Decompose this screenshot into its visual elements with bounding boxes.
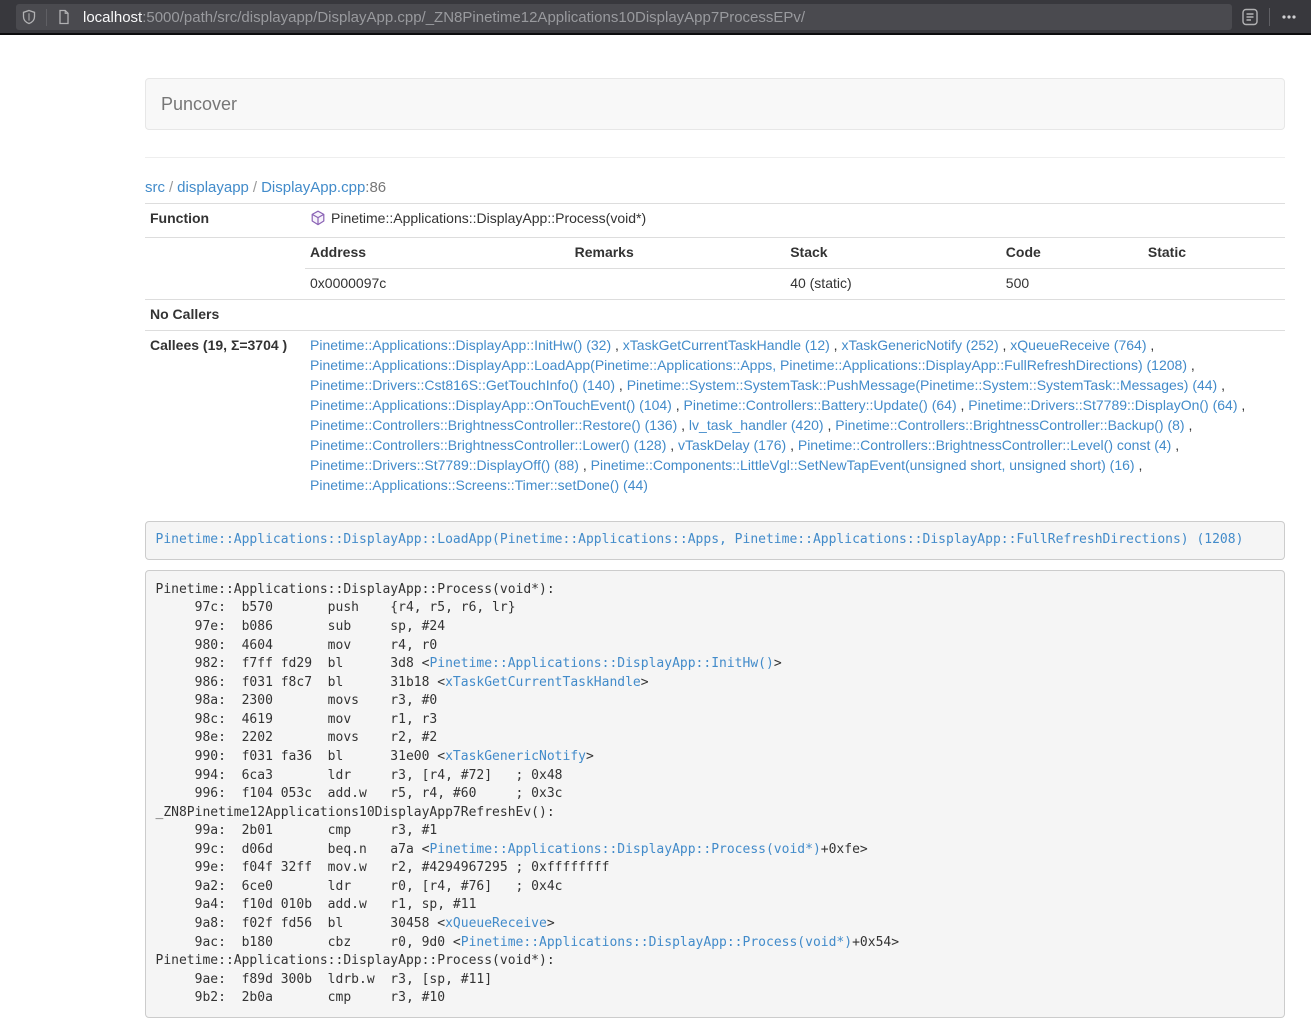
url-bar[interactable]: localhost:5000/path/src/displayapp/Displ… (16, 4, 1232, 30)
metrics-value-row: 0x0000097c 40 (static) 500 (305, 268, 1285, 298)
callee-separator: , (1187, 357, 1195, 373)
callees-cell: Pinetime::Applications::DisplayApp::Init… (305, 330, 1285, 500)
callee-link[interactable]: xTaskGenericNotify (252) (841, 337, 998, 353)
value-remarks (570, 268, 786, 298)
assembly-symbol-link[interactable]: xTaskGenericNotify (445, 749, 586, 764)
callee-link[interactable]: vTaskDelay (176) (678, 437, 786, 453)
breadcrumb-displayapp-link[interactable]: displayapp (177, 179, 249, 196)
function-label: Function (145, 204, 305, 238)
page-container: Puncover src/displayapp/DisplayApp.cpp:8… (130, 35, 1300, 1018)
callee-separator: , (957, 397, 969, 413)
callee-separator: , (1238, 397, 1246, 413)
assembly-symbol-link[interactable]: xQueueReceive (445, 916, 547, 931)
col-remarks: Remarks (570, 238, 786, 268)
callee-separator: , (1146, 337, 1154, 353)
value-static (1143, 268, 1285, 298)
callee-link[interactable]: Pinetime::Drivers::St7789::DisplayOff() … (310, 457, 579, 473)
metrics-row: Address Remarks Stack Code Static 0x0000… (145, 237, 1285, 299)
function-name-cell: Pinetime::Applications::DisplayApp::Proc… (305, 204, 1285, 238)
loadapp-link[interactable]: Pinetime::Applications::DisplayApp::Load… (156, 532, 1244, 547)
assembly-symbol-link[interactable]: Pinetime::Applications::DisplayApp::Proc… (461, 935, 852, 950)
reader-mode-icon[interactable] (1236, 4, 1264, 30)
metrics-table: Address Remarks Stack Code Static 0x0000… (305, 238, 1285, 299)
assembly-symbol-link[interactable]: Pinetime::Applications::DisplayApp::Proc… (429, 842, 820, 857)
callee-separator: , (672, 397, 684, 413)
callee-separator: , (786, 437, 798, 453)
callee-separator: , (1135, 457, 1143, 473)
callee-link[interactable]: Pinetime::Applications::Screens::Timer::… (310, 477, 648, 493)
callers-cell (305, 299, 1285, 330)
divider-rule (145, 157, 1285, 158)
callee-link[interactable]: Pinetime::Controllers::BrightnessControl… (798, 437, 1171, 453)
toolbar-actions (1236, 0, 1303, 33)
callee-separator: , (1185, 417, 1193, 433)
assembly-symbol-link[interactable]: xTaskGetCurrentTaskHandle (445, 675, 641, 690)
callee-separator: , (611, 337, 623, 353)
assembly-pre: Pinetime::Applications::DisplayApp::Proc… (145, 570, 1285, 1018)
value-code: 500 (1001, 268, 1143, 298)
callee-link[interactable]: lv_task_handler (420) (689, 417, 824, 433)
col-code: Code (1001, 238, 1143, 268)
url-host: localhost (83, 9, 142, 26)
page-icon[interactable] (51, 4, 77, 30)
callee-separator: , (1217, 377, 1225, 393)
no-callers-label: No Callers (145, 299, 305, 330)
callers-row: No Callers (145, 299, 1285, 330)
breadcrumb-separator: / (253, 179, 257, 196)
callee-link[interactable]: Pinetime::System::SystemTask::PushMessag… (627, 377, 1218, 393)
assembly-symbol-link[interactable]: Pinetime::Applications::DisplayApp::Init… (429, 656, 773, 671)
metrics-cell: Address Remarks Stack Code Static 0x0000… (305, 237, 1285, 299)
url-text: localhost:5000/path/src/displayapp/Displ… (83, 9, 805, 26)
col-address: Address (305, 238, 570, 268)
metrics-label-empty (145, 237, 305, 299)
value-stack: 40 (static) (785, 268, 1001, 298)
callee-link[interactable]: Pinetime::Controllers::BrightnessControl… (835, 417, 1184, 433)
urlbar-divider (46, 9, 47, 26)
callee-link[interactable]: Pinetime::Controllers::BrightnessControl… (310, 417, 677, 433)
toolbar-divider (1269, 8, 1270, 26)
package-cube-icon (310, 210, 326, 232)
callee-separator: , (615, 377, 627, 393)
callee-link[interactable]: xQueueReceive (764) (1010, 337, 1146, 353)
callee-link[interactable]: Pinetime::Components::LittleVgl::SetNewT… (591, 457, 1135, 473)
value-address: 0x0000097c (305, 268, 570, 298)
callee-link[interactable]: Pinetime::Applications::DisplayApp::Load… (310, 357, 1187, 373)
loadapp-pre: Pinetime::Applications::DisplayApp::Load… (145, 521, 1285, 561)
breadcrumb-separator: / (169, 179, 173, 196)
breadcrumb: src/displayapp/DisplayApp.cpp:86 (145, 179, 1285, 196)
callee-separator: , (666, 437, 678, 453)
callees-row: Callees (19, Σ=3704 ) Pinetime::Applicat… (145, 330, 1285, 500)
callee-separator: , (824, 417, 836, 433)
callee-link[interactable]: Pinetime::Controllers::BrightnessControl… (310, 437, 666, 453)
callee-separator: , (677, 417, 689, 433)
callee-link[interactable]: Pinetime::Controllers::Battery::Update()… (684, 397, 957, 413)
breadcrumb-file-link[interactable]: DisplayApp.cpp (261, 179, 365, 196)
shield-icon[interactable] (16, 4, 42, 30)
meatball-menu-icon[interactable] (1275, 4, 1303, 30)
function-row: Function Pinetime::Applications::Display… (145, 204, 1285, 238)
callee-link[interactable]: Pinetime::Applications::DisplayApp::OnTo… (310, 397, 672, 413)
navbar: Puncover (145, 78, 1285, 130)
callee-link[interactable]: Pinetime::Drivers::Cst816S::GetTouchInfo… (310, 377, 615, 393)
callee-separator: , (1171, 437, 1179, 453)
breadcrumb-src-link[interactable]: src (145, 179, 165, 196)
url-path: :5000/path/src/displayapp/DisplayApp.cpp… (142, 9, 805, 26)
browser-toolbar: localhost:5000/path/src/displayapp/Displ… (0, 0, 1311, 35)
callee-separator: , (579, 457, 591, 473)
function-info-table: Function Pinetime::Applications::Display… (145, 203, 1285, 501)
col-static: Static (1143, 238, 1285, 268)
callee-separator: , (999, 337, 1011, 353)
brand-link[interactable]: Puncover (146, 79, 252, 129)
callee-separator: , (830, 337, 842, 353)
callees-label: Callees (19, Σ=3704 ) (145, 330, 305, 500)
metrics-header-row: Address Remarks Stack Code Static (305, 238, 1285, 268)
callee-link[interactable]: Pinetime::Drivers::St7789::DisplayOn() (… (968, 397, 1237, 413)
callee-link[interactable]: xTaskGetCurrentTaskHandle (12) (623, 337, 830, 353)
line-number: :86 (365, 179, 386, 196)
col-stack: Stack (785, 238, 1001, 268)
function-name: Pinetime::Applications::DisplayApp::Proc… (331, 210, 646, 226)
callee-link[interactable]: Pinetime::Applications::DisplayApp::Init… (310, 337, 611, 353)
